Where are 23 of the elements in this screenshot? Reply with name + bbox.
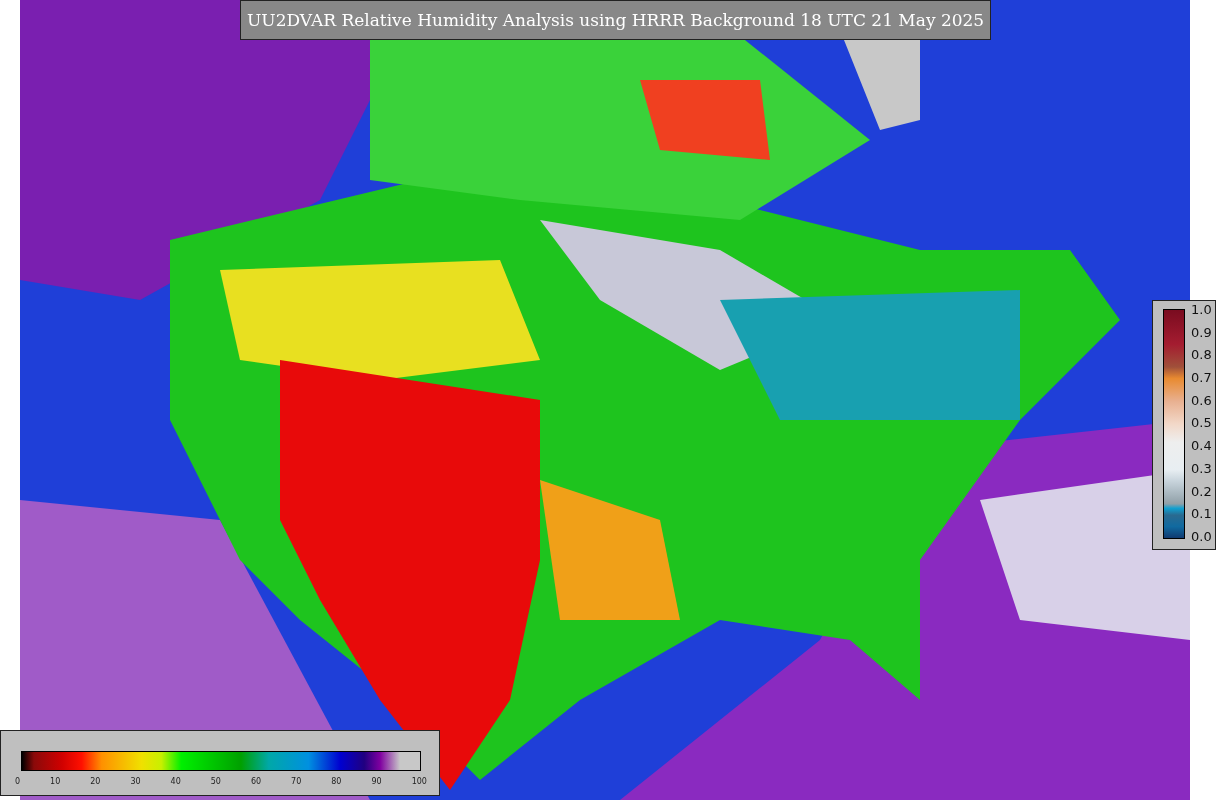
colorbar-label: 0.6 (1191, 393, 1212, 407)
colorbar-label: 0.9 (1191, 325, 1212, 339)
colorbar-label: 0.0 (1191, 529, 1212, 543)
colorbar-label: 50 (210, 777, 221, 786)
colorbar-label: 0.2 (1191, 484, 1212, 498)
colorbar-label: 0.1 (1191, 507, 1212, 521)
colorbar-label: 60 (250, 777, 262, 786)
colorbar-label: 30 (130, 777, 141, 786)
colorbar-label: 90 (371, 777, 382, 786)
colorbar-label: 0 (15, 777, 21, 786)
colorbar-label: 100 (411, 777, 427, 786)
colorbar-label: 1.0 (1191, 303, 1212, 316)
colorbar-label: 0.3 (1191, 461, 1212, 475)
colorbar-label: 0.5 (1191, 416, 1212, 430)
colorbar-label: 0.4 (1191, 439, 1212, 453)
colorbar-label: 80 (331, 777, 342, 786)
colorbar-label: 40 (170, 777, 181, 786)
colorbar-label: 0.7 (1191, 371, 1212, 385)
colorbar-label: 10 (50, 777, 61, 786)
colorbar-label: 20 (90, 777, 101, 786)
map-title: UU2DVAR Relative Humidity Analysis using HRRR Background 18 UTC 21 May 2025 (240, 0, 992, 40)
colorbar-label: 0.8 (1191, 348, 1212, 362)
colorbar-label: 70 (291, 777, 302, 786)
